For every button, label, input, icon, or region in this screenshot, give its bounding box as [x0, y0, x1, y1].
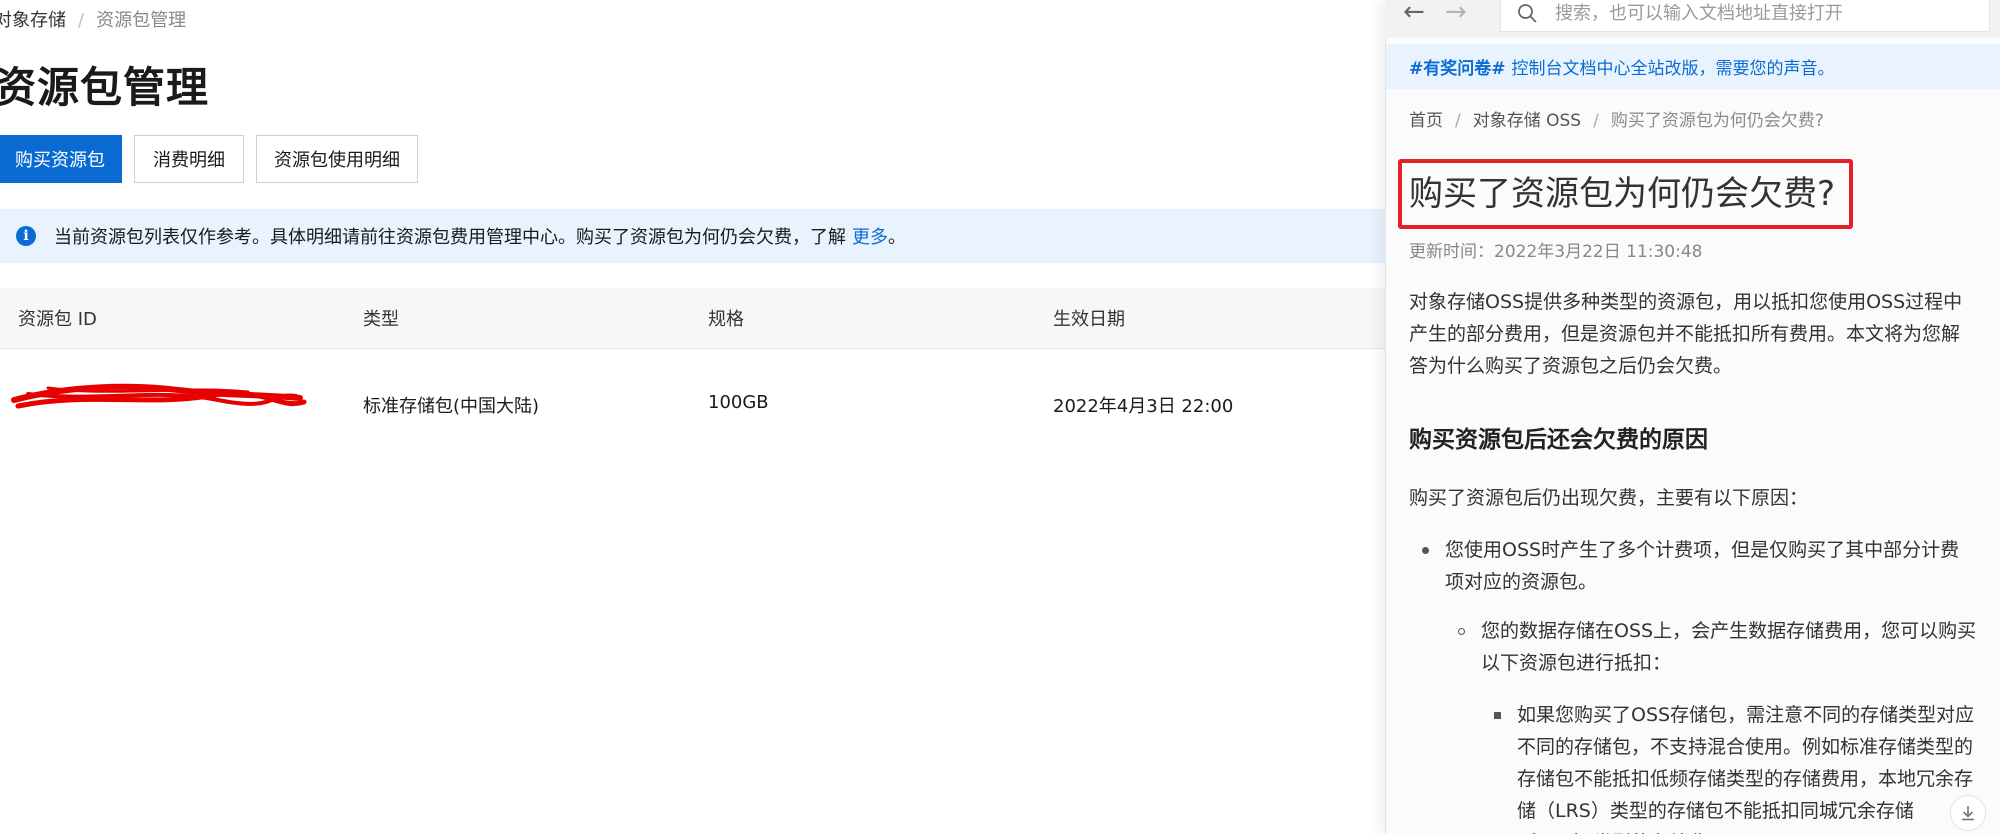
download-button[interactable]	[1950, 795, 1986, 831]
doc-title: 购买了资源包为何仍会欠费?	[1409, 174, 1836, 214]
doc-breadcrumb-separator: /	[1455, 111, 1461, 131]
notice-more-link[interactable]: 更多	[852, 223, 888, 249]
doc-breadcrumb-separator: /	[1593, 111, 1599, 131]
breadcrumb-root[interactable]: 对象存储	[0, 10, 66, 31]
forward-arrow-icon[interactable]: →	[1445, 0, 1467, 25]
notice-text: 当前资源包列表仅作参考。具体明细请前往资源包费用管理中心。购买了资源包为何仍会欠…	[54, 227, 846, 248]
bullet-square	[1494, 712, 1501, 719]
cell-effective-date: 2022年4月3日 22:00	[1053, 396, 1234, 417]
doc-search-input[interactable]	[1553, 1, 1977, 25]
doc-search	[1500, 0, 1990, 32]
bullet-ring	[1458, 628, 1465, 635]
buy-package-button[interactable]: 购买资源包	[0, 135, 122, 183]
doc-breadcrumb-home[interactable]: 首页	[1409, 111, 1443, 131]
column-header-spec: 规格	[708, 309, 744, 330]
doc-updated-time: 更新时间：2022年3月22日 11:30:48	[1409, 242, 1703, 262]
section-heading: 购买资源包后还会欠费的原因	[1409, 427, 1708, 453]
info-icon: i	[16, 226, 36, 246]
list-item: 您使用OSS时产生了多个计费项，但是仅购买了其中部分计费项对应的资源包。	[1445, 539, 1960, 593]
column-header-type: 类型	[363, 309, 399, 330]
list-item-nested-2: 如果您购买了OSS存储包，需注意不同的存储类型对应不同的存储包，不支持混合使用。…	[1517, 704, 1975, 834]
column-header-id: 资源包 ID	[18, 309, 97, 330]
doc-breadcrumb: 首页 / 对象存储 OSS / 购买了资源包为何仍会欠费?	[1409, 106, 1824, 131]
section-lead: 购买了资源包后仍出现欠费，主要有以下原因：	[1409, 487, 1809, 509]
announcement-tag: #有奖问卷#	[1409, 59, 1506, 79]
consumption-detail-button[interactable]: 消费明细	[134, 135, 244, 183]
usage-detail-button[interactable]: 资源包使用明细	[256, 135, 418, 183]
page-title: 资源包管理	[0, 63, 210, 112]
announcement-text: 控制台文档中心全站改版，需要您的声音。	[1511, 59, 1835, 79]
list-item-nested: 您的数据存储在OSS上，会产生数据存储费用，您可以购买以下资源包进行抵扣：	[1481, 620, 1977, 674]
notice-suffix: 。	[888, 227, 906, 248]
back-arrow-icon[interactable]: ←	[1403, 0, 1425, 25]
cell-type: 标准存储包(中国大陆)	[363, 396, 540, 417]
column-header-effective-date: 生效日期	[1053, 309, 1125, 330]
info-notice: i 当前资源包列表仅作参考。具体明细请前往资源包费用管理中心。购买了资源包为何仍…	[0, 209, 1385, 263]
search-icon	[1518, 4, 1537, 23]
table-header	[0, 288, 1385, 349]
doc-intro: 对象存储OSS提供多种类型的资源包，用以抵扣您使用OSS过程中产生的部分费用，但…	[1409, 291, 1963, 377]
cell-spec: 100GB	[708, 392, 769, 413]
download-icon	[1962, 806, 1974, 821]
breadcrumb-current: 资源包管理	[96, 10, 187, 31]
doc-breadcrumb-current: 购买了资源包为何仍会欠费?	[1610, 111, 1824, 131]
doc-breadcrumb-product[interactable]: 对象存储 OSS	[1473, 111, 1581, 131]
breadcrumb-separator: /	[78, 10, 85, 31]
breadcrumb: 对象存储 / 资源包管理	[0, 6, 186, 32]
redaction-scribble	[11, 383, 307, 409]
bullet-dot	[1422, 547, 1429, 554]
announcement-bar[interactable]: #有奖问卷# 控制台文档中心全站改版，需要您的声音。	[1386, 44, 2000, 89]
